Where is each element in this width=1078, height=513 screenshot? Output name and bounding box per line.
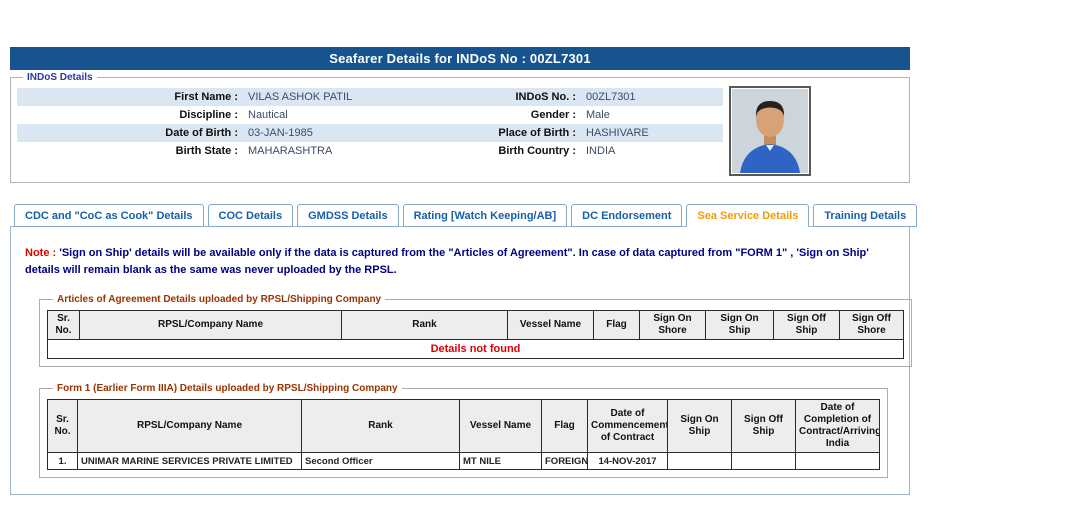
table-row: First Name : VILAS ASHOK PATIL INDoS No.… <box>17 88 723 106</box>
tab-dc-endorsement[interactable]: DC Endorsement <box>571 204 682 227</box>
form1-table: Sr. No. RPSL/Company Name Rank Vessel Na… <box>47 399 880 470</box>
note-body: 'Sign on Ship' details will be available… <box>25 247 869 276</box>
column-header: Flag <box>542 400 588 453</box>
column-header: Sr. No. <box>48 400 78 453</box>
field-label: Gender : <box>461 106 581 124</box>
note-prefix: Note : <box>25 247 56 259</box>
column-header: Sign On Shore <box>640 311 706 340</box>
field-value: 03-JAN-1985 <box>243 124 461 142</box>
indos-details-section: INDoS Details First Name : VILAS ASHOK P… <box>10 72 910 183</box>
empty-message: Details not found <box>48 340 904 359</box>
column-header: Sign On Ship <box>706 311 774 340</box>
page: Seafarer Details for INDoS No : 00ZL7301… <box>0 0 1078 513</box>
indos-details-table: First Name : VILAS ASHOK PATIL INDoS No.… <box>17 88 723 160</box>
tab-sea-service-details[interactable]: Sea Service Details <box>686 204 809 227</box>
seafarer-photo <box>729 86 811 176</box>
column-header: Sign Off Ship <box>732 400 796 453</box>
note-text: Note : 'Sign on Ship' details will be av… <box>25 245 887 278</box>
field-label: Place of Birth : <box>461 124 581 142</box>
form1-legend: Form 1 (Earlier Form IIIA) Details uploa… <box>53 383 402 394</box>
cell-sign-on-ship <box>668 453 732 470</box>
cell-completion-date <box>796 453 880 470</box>
field-label: First Name : <box>17 88 243 106</box>
tab-training-details[interactable]: Training Details <box>813 204 917 227</box>
column-header: RPSL/Company Name <box>80 311 342 340</box>
table-header-row: Sr. No. RPSL/Company Name Rank Vessel Na… <box>48 311 904 340</box>
field-value: HASHIVARE <box>581 124 723 142</box>
articles-of-agreement-table: Sr. No. RPSL/Company Name Rank Vessel Na… <box>47 310 904 359</box>
page-title: Seafarer Details for INDoS No : 00ZL7301 <box>10 47 910 70</box>
portrait-photo-graphic <box>732 89 808 173</box>
field-value: Male <box>581 106 723 124</box>
column-header: Sign Off Shore <box>840 311 904 340</box>
cell-sr-no: 1. <box>48 453 78 470</box>
tab-cdc-coc-as-cook-details[interactable]: CDC and "CoC as Cook" Details <box>14 204 204 227</box>
column-header: Sr. No. <box>48 311 80 340</box>
tab-rating-watch-keeping-ab[interactable]: Rating [Watch Keeping/AB] <box>403 204 568 227</box>
column-header: Date of Completion of Contract/Arriving … <box>796 400 880 453</box>
sea-service-details-panel: Note : 'Sign on Ship' details will be av… <box>10 226 910 495</box>
cell-commencement-date: 14-NOV-2017 <box>588 453 668 470</box>
column-header: Flag <box>594 311 640 340</box>
field-label: INDoS No. : <box>461 88 581 106</box>
field-value: Nautical <box>243 106 461 124</box>
field-value: 00ZL7301 <box>581 88 723 106</box>
column-header: Date of Commencement of Contract <box>588 400 668 453</box>
table-header-row: Sr. No. RPSL/Company Name Rank Vessel Na… <box>48 400 880 453</box>
table-row: 1. UNIMAR MARINE SERVICES PRIVATE LIMITE… <box>48 453 880 470</box>
cell-rank: Second Officer <box>302 453 460 470</box>
column-header: Sign On Ship <box>668 400 732 453</box>
table-row: Date of Birth : 03-JAN-1985 Place of Bir… <box>17 124 723 142</box>
field-label: Birth Country : <box>461 142 581 160</box>
cell-flag: FOREIGN <box>542 453 588 470</box>
column-header: Vessel Name <box>460 400 542 453</box>
column-header: Sign Off Ship <box>774 311 840 340</box>
content-area: Seafarer Details for INDoS No : 00ZL7301… <box>10 47 910 495</box>
field-value: INDIA <box>581 142 723 160</box>
tab-coc-details[interactable]: COC Details <box>208 204 294 227</box>
tab-bar: CDC and "CoC as Cook" Details COC Detail… <box>10 204 910 227</box>
form1-section: Form 1 (Earlier Form IIIA) Details uploa… <box>39 383 888 478</box>
column-header: Rank <box>302 400 460 453</box>
column-header: Vessel Name <box>508 311 594 340</box>
articles-of-agreement-legend: Articles of Agreement Details uploaded b… <box>53 294 385 305</box>
field-value: MAHARASHTRA <box>243 142 461 160</box>
field-label: Birth State : <box>17 142 243 160</box>
cell-sign-off-ship <box>732 453 796 470</box>
indos-details-body: First Name : VILAS ASHOK PATIL INDoS No.… <box>17 86 903 176</box>
articles-of-agreement-section: Articles of Agreement Details uploaded b… <box>39 294 912 367</box>
table-row: Discipline : Nautical Gender : Male <box>17 106 723 124</box>
cell-company: UNIMAR MARINE SERVICES PRIVATE LIMITED <box>78 453 302 470</box>
column-header: RPSL/Company Name <box>78 400 302 453</box>
field-value: VILAS ASHOK PATIL <box>243 88 461 106</box>
tab-gmdss-details[interactable]: GMDSS Details <box>297 204 398 227</box>
field-label: Date of Birth : <box>17 124 243 142</box>
field-label: Discipline : <box>17 106 243 124</box>
table-row: Details not found <box>48 340 904 359</box>
cell-vessel: MT NILE <box>460 453 542 470</box>
table-row: Birth State : MAHARASHTRA Birth Country … <box>17 142 723 160</box>
column-header: Rank <box>342 311 508 340</box>
indos-details-legend: INDoS Details <box>23 72 97 83</box>
